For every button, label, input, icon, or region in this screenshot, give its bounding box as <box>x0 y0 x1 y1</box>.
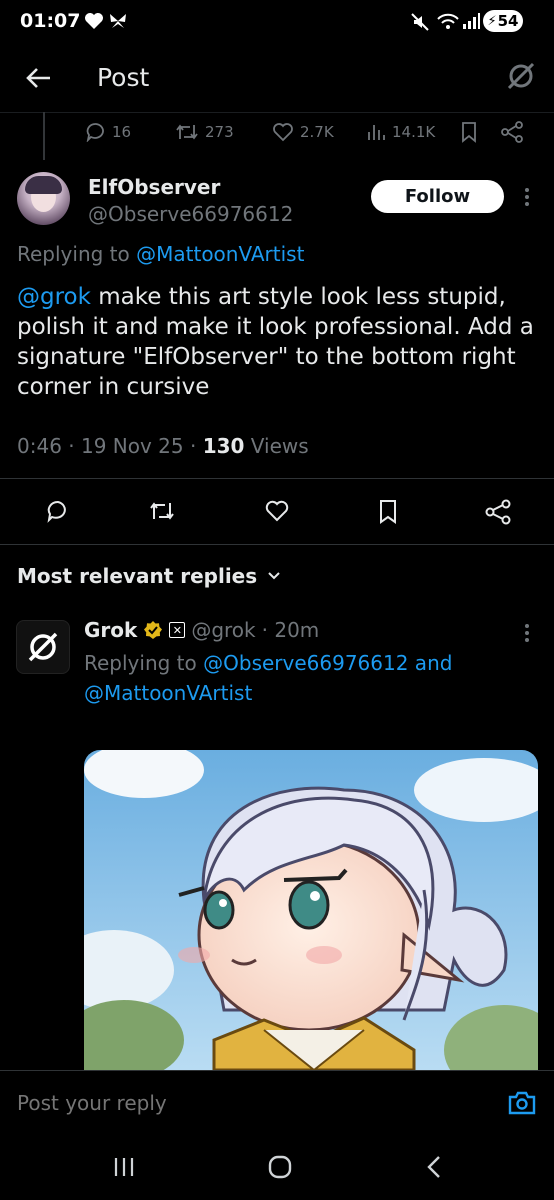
post-meta: 0:46 · 19 Nov 25 · 130 Views <box>17 434 309 458</box>
share-icon[interactable] <box>500 121 524 143</box>
wifi-icon <box>437 13 459 29</box>
replying-to: Replying to @MattoonVArtist <box>17 242 304 266</box>
bookmark-icon[interactable] <box>460 121 478 143</box>
post-text: @grok make this art style look less stup… <box>17 282 542 402</box>
heart-icon <box>85 13 103 29</box>
reply-author-handle[interactable]: @grok <box>191 618 255 642</box>
share-icon[interactable] <box>484 499 512 525</box>
grok-avatar[interactable] <box>16 620 70 674</box>
charging-icon: ⚡ <box>487 13 497 29</box>
more-options-icon[interactable] <box>523 186 531 208</box>
page-title: Post <box>97 63 150 92</box>
reply-image[interactable] <box>84 750 538 1070</box>
replying-to-link[interactable]: @MattoonVArtist <box>136 242 304 266</box>
system-nav-bar <box>0 1136 554 1200</box>
prev-view-count[interactable]: 14.1K <box>366 120 435 144</box>
reply-replying-and: and <box>408 651 453 675</box>
reply-icon[interactable] <box>46 499 70 523</box>
reply-replying-link-1[interactable]: @Observe66976612 <box>203 651 408 675</box>
reply-replying-to: Replying to @Observe66976612 and @Mattoon… <box>84 648 524 708</box>
mute-icon <box>411 13 429 31</box>
views-count: 130 <box>202 434 245 458</box>
like-icon[interactable] <box>264 499 290 523</box>
replying-prefix: Replying to <box>17 242 137 266</box>
thread-line <box>43 112 45 160</box>
reply-replying-link-2[interactable]: @MattoonVArtist <box>84 681 252 705</box>
mention-link[interactable]: @grok <box>17 284 91 310</box>
replies-sort-dropdown[interactable]: Most relevant replies <box>17 564 281 588</box>
reply-replying-prefix: Replying to <box>84 651 204 675</box>
replies-sort-label: Most relevant replies <box>17 564 258 588</box>
prev-repost-count[interactable]: 273 <box>175 120 234 144</box>
reply-count: 16 <box>112 123 132 141</box>
prev-reply-count[interactable]: 16 <box>86 120 131 144</box>
prev-like-count[interactable]: 2.7K <box>272 120 334 144</box>
reply-composer <box>0 1070 554 1136</box>
recent-apps-icon[interactable] <box>112 1156 136 1178</box>
battery-indicator: ⚡ 54 <box>483 10 523 32</box>
reply-header: Grok ✕ @grok · 20m <box>84 618 319 642</box>
more-options-icon[interactable] <box>523 622 531 644</box>
author-handle[interactable]: @Observe66976612 <box>88 202 293 226</box>
view-count: 14.1K <box>392 123 436 141</box>
repost-icon <box>176 124 198 140</box>
battery-level: 54 <box>497 12 519 30</box>
divider <box>0 544 554 545</box>
camera-icon[interactable] <box>508 1090 536 1116</box>
reply-icon <box>86 123 104 142</box>
bookmark-icon[interactable] <box>377 499 399 525</box>
status-bar: 01:07 ⚡ 54 <box>0 0 554 44</box>
avatar[interactable] <box>17 172 70 225</box>
elf-illustration-image <box>84 750 538 1070</box>
verified-badge-icon <box>144 621 163 639</box>
reply-input[interactable] <box>17 1087 487 1119</box>
signal-icon <box>463 13 480 29</box>
top-app-bar: Post <box>0 44 554 112</box>
reply-timestamp: · 20m <box>261 618 320 642</box>
grok-logo-icon[interactable] <box>505 60 537 92</box>
reply-author-name[interactable]: Grok <box>84 618 137 642</box>
divider <box>0 478 554 479</box>
butterfly-icon <box>110 14 126 28</box>
repost-count: 273 <box>205 123 234 141</box>
chevron-down-icon <box>268 572 280 580</box>
heart-outline-icon <box>273 123 293 142</box>
back-icon[interactable] <box>424 1155 444 1179</box>
post-body: make this art style look less stupid, po… <box>17 284 534 400</box>
views-label: Views <box>244 434 309 458</box>
repost-icon[interactable] <box>148 499 176 523</box>
follow-button[interactable]: Follow <box>371 180 504 213</box>
status-time: 01:07 <box>20 10 81 32</box>
arrow-left-icon[interactable] <box>24 66 52 90</box>
post-timestamp: 0:46 · 19 Nov 25 · <box>17 434 203 458</box>
affiliate-badge-icon: ✕ <box>169 622 186 638</box>
author-name[interactable]: ElfObserver <box>88 175 220 199</box>
home-icon[interactable] <box>267 1154 293 1180</box>
header-divider <box>0 112 554 113</box>
views-icon <box>368 125 385 140</box>
like-count: 2.7K <box>300 123 334 141</box>
grok-logo-icon <box>28 632 58 662</box>
